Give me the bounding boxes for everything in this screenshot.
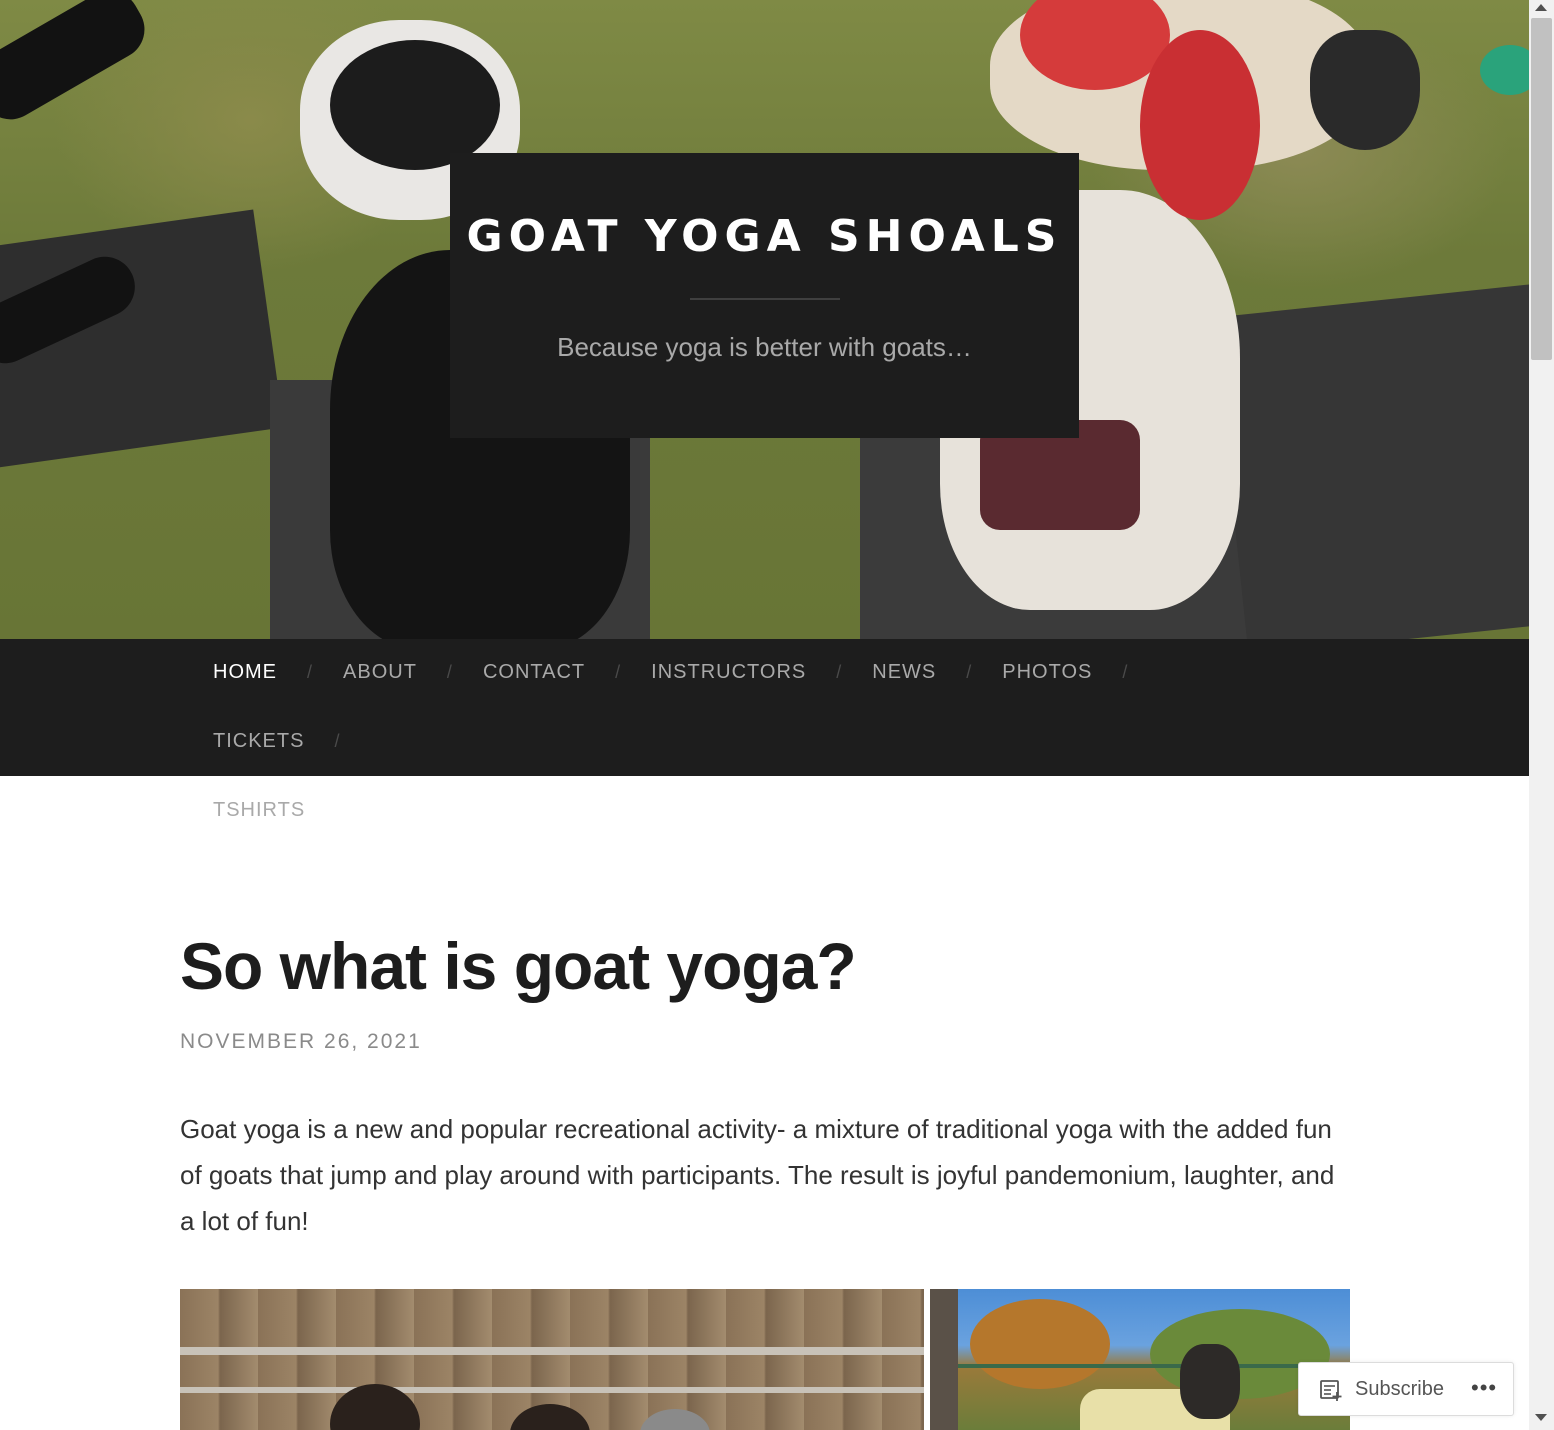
nav-separator: /	[615, 662, 622, 682]
photo-leg	[0, 0, 156, 131]
nav-link-tshirts[interactable]: TSHIRTS	[213, 799, 305, 821]
subscribe-button[interactable]: Subscribe	[1355, 1378, 1444, 1401]
nav-link-tickets[interactable]: TICKETS	[213, 730, 304, 752]
nav-separator: /	[334, 731, 341, 751]
photo-goat-spots	[330, 40, 500, 170]
site-branding: GOAT YOGA SHOALS Because yoga is better …	[450, 153, 1079, 438]
photo-person	[510, 1404, 590, 1430]
title-divider	[689, 298, 840, 300]
photo-goat-head	[1310, 30, 1420, 150]
nav-item-about[interactable]: ABOUT /	[343, 639, 483, 708]
nav-item-tshirts[interactable]: TSHIRTS	[213, 777, 305, 846]
more-options-icon[interactable]: •••	[1471, 1375, 1497, 1401]
nav-link-news[interactable]: NEWS	[872, 661, 936, 683]
water-bowl	[1480, 45, 1529, 95]
yoga-mat	[1213, 284, 1529, 639]
subscribe-widget: Subscribe •••	[1298, 1362, 1514, 1416]
photo-rail	[180, 1347, 924, 1355]
photo-rail	[180, 1387, 924, 1393]
photo-person	[640, 1409, 710, 1430]
nav-link-about[interactable]: ABOUT	[343, 661, 417, 683]
site-tagline: Because yoga is better with goats…	[557, 332, 972, 362]
nav-link-contact[interactable]: CONTACT	[483, 661, 585, 683]
photo-post	[930, 1289, 958, 1430]
nav-separator: /	[446, 662, 453, 682]
nav-separator: /	[1122, 662, 1129, 682]
post-body: Goat yoga is a new and popular recreatio…	[180, 1114, 1335, 1236]
nav-link-photos[interactable]: PHOTOS	[1002, 661, 1092, 683]
nav-item-news[interactable]: NEWS /	[872, 639, 1002, 708]
scroll-up-icon[interactable]	[1535, 4, 1547, 11]
nav-item-photos[interactable]: PHOTOS /	[1002, 639, 1158, 708]
subscribe-icon[interactable]	[1319, 1378, 1343, 1402]
nav-item-home[interactable]: HOME /	[213, 639, 343, 708]
scrollbar-thumb[interactable]	[1531, 18, 1552, 360]
post-title[interactable]: So what is goat yoga?	[180, 928, 857, 1004]
nav-separator: /	[966, 662, 973, 682]
nav-item-instructors[interactable]: INSTRUCTORS /	[651, 639, 872, 708]
gallery-image[interactable]	[930, 1289, 1350, 1430]
photo-goat-head	[1180, 1344, 1240, 1419]
ladybug-wing	[1140, 30, 1260, 220]
scroll-down-icon[interactable]	[1535, 1414, 1547, 1421]
nav-link-home[interactable]: HOME	[213, 661, 277, 683]
nav-item-contact[interactable]: CONTACT /	[483, 639, 651, 708]
nav-item-tickets[interactable]: TICKETS /	[213, 708, 370, 777]
nav-separator: /	[307, 662, 314, 682]
gallery-image[interactable]	[180, 1289, 924, 1430]
photo-fence	[958, 1364, 1350, 1368]
nav-link-instructors[interactable]: INSTRUCTORS	[651, 661, 806, 683]
site-title[interactable]: GOAT YOGA SHOALS	[450, 211, 1079, 262]
main-navigation: HOME / ABOUT / CONTACT / INSTRUCTORS / NEWS /…	[0, 639, 1529, 821]
post-date[interactable]: NOVEMBER 26, 2021	[180, 1030, 422, 1054]
photo-tree	[970, 1299, 1110, 1389]
nav-separator: /	[836, 662, 843, 682]
